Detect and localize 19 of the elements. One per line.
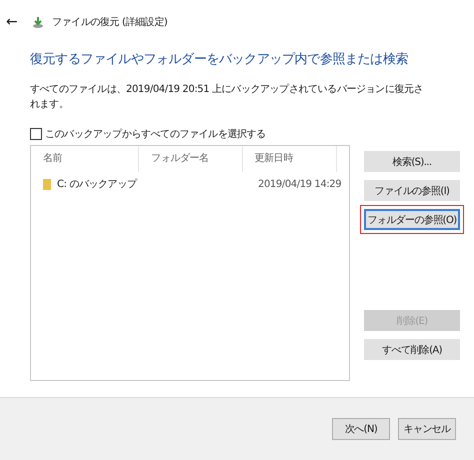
column-header[interactable]: 更新日時 xyxy=(242,146,337,172)
back-button[interactable]: ← xyxy=(6,14,22,30)
footer-button[interactable]: キャンセル xyxy=(398,418,456,440)
window-title: ファイルの復元 (詳細設定) xyxy=(52,16,168,29)
table-cell[interactable]: C: のバックアップ xyxy=(57,177,137,191)
table-cell: 2019/04/19 14:29 xyxy=(258,178,342,190)
column-header[interactable]: 名前 xyxy=(31,146,140,172)
description-text: すべてのファイルは、2019/04/19 20:51 上にバックアップされているバージョンに復元されます。 xyxy=(30,82,424,112)
side-button[interactable]: フォルダーの参照(O) xyxy=(364,209,460,230)
footer-button[interactable]: 次へ(N) xyxy=(332,418,390,440)
folder-icon xyxy=(43,178,51,190)
side-button[interactable]: 検索(S)... xyxy=(364,151,460,172)
side-button[interactable]: すべて削除(A) xyxy=(364,339,460,360)
side-button[interactable]: ファイルの参照(I) xyxy=(364,180,460,201)
restore-icon xyxy=(32,15,46,29)
column-header[interactable]: フォルダー名 xyxy=(139,146,243,172)
select-all-checkbox[interactable] xyxy=(30,128,42,140)
select-all-label: このバックアップからすべてのファイルを選択する xyxy=(45,128,266,141)
page-heading: 復元するファイルやフォルダーをバックアップ内で参照または検索 xyxy=(30,51,410,68)
